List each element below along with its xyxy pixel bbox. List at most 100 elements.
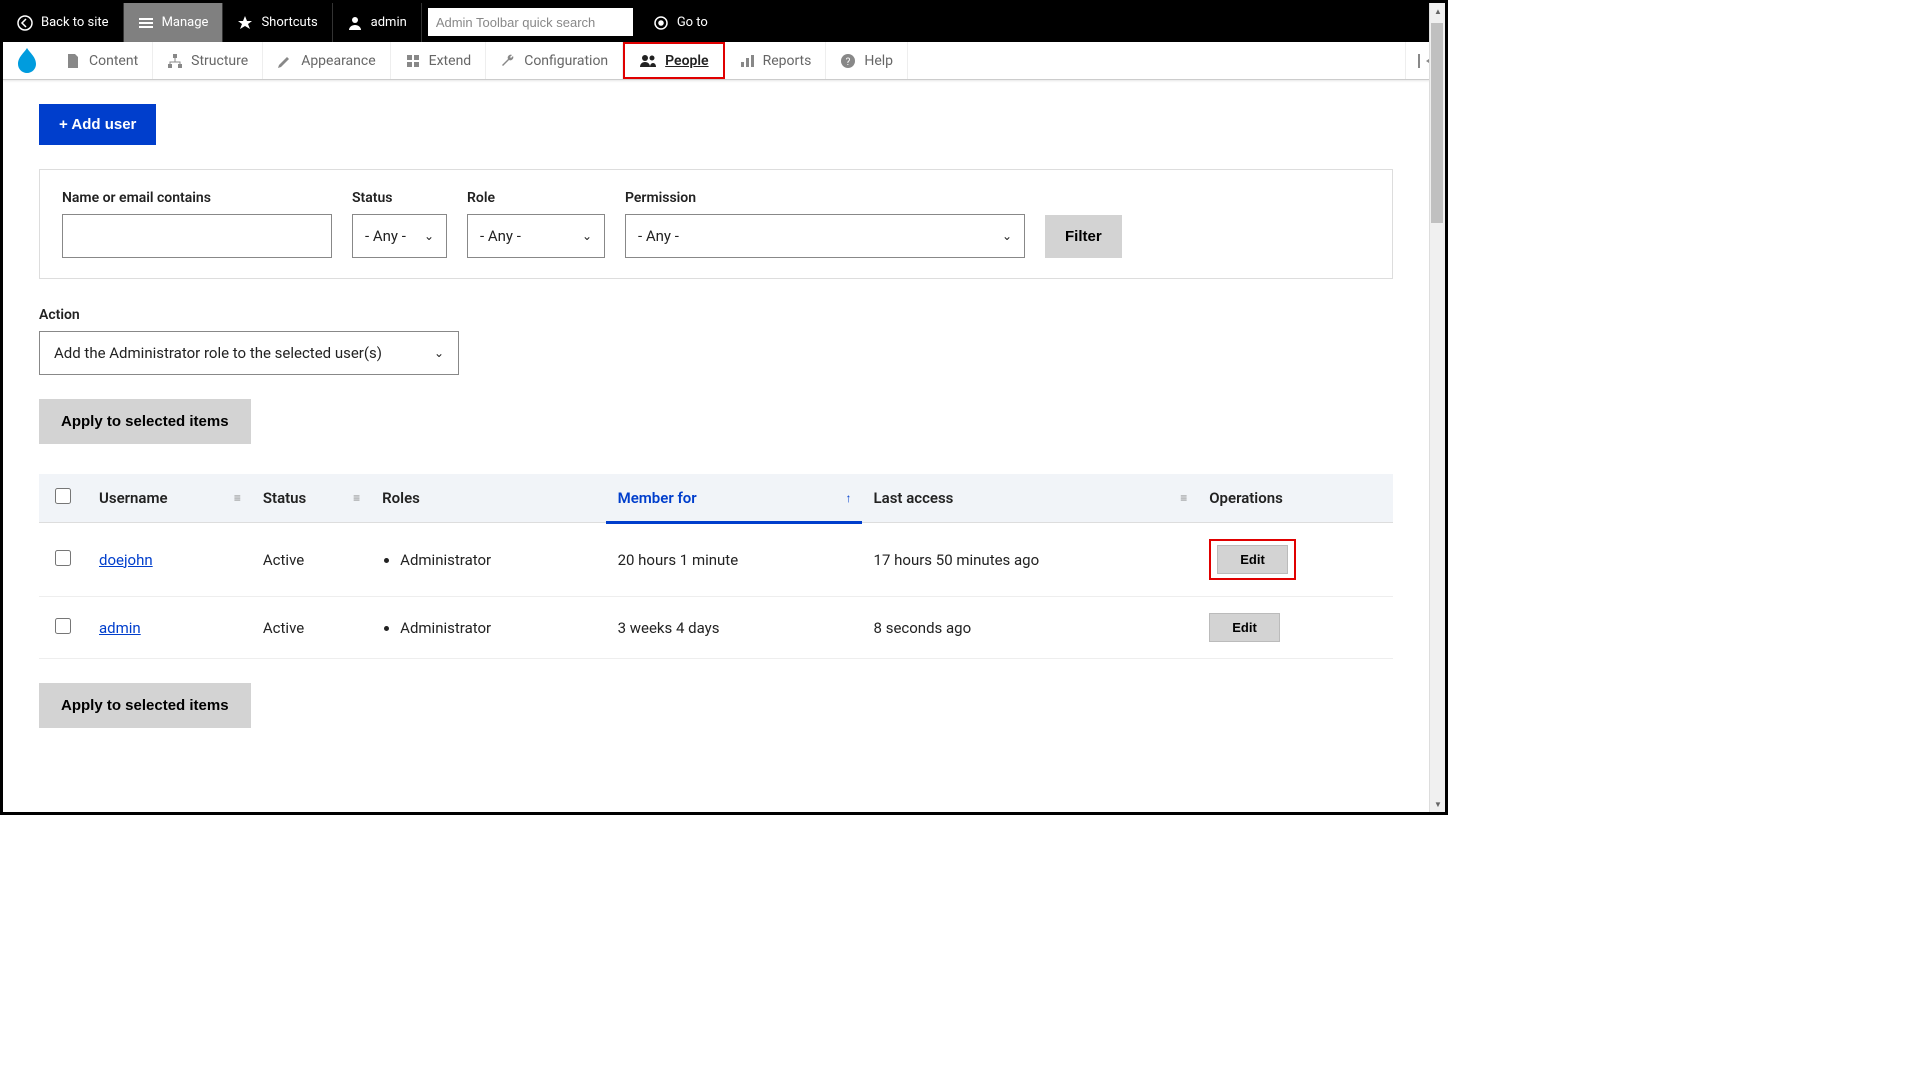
filter-permission-select[interactable]: - Any - ⌄ (625, 214, 1025, 258)
filter-name-field: Name or email contains (62, 190, 332, 258)
filter-permission-value: - Any - (638, 227, 679, 245)
back-label: Back to site (41, 15, 109, 30)
status-header-label: Status (263, 489, 306, 507)
username-link[interactable]: admin (99, 619, 141, 637)
last-access-cell: 17 hours 50 minutes ago (862, 523, 1198, 597)
menu-people[interactable]: People (623, 42, 724, 79)
select-all-header (39, 474, 87, 523)
select-all-checkbox[interactable] (55, 488, 71, 504)
sort-asc-icon: ↑ (846, 491, 852, 505)
last-access-header-label: Last access (874, 489, 954, 507)
scroll-thumb[interactable] (1431, 23, 1443, 223)
operations-cell: Edit (1197, 523, 1393, 597)
edit-button[interactable]: Edit (1209, 613, 1280, 642)
scroll-down-arrow[interactable]: ▼ (1430, 796, 1446, 812)
add-user-button[interactable]: + Add user (39, 104, 156, 145)
menu-reports[interactable]: Reports (725, 42, 827, 79)
operations-header: Operations (1197, 474, 1393, 523)
filter-status-select[interactable]: - Any - ⌄ (352, 214, 447, 258)
drupal-logo[interactable] (3, 42, 51, 79)
status-cell: Active (251, 523, 370, 597)
chevron-down-icon: ⌄ (1002, 229, 1012, 243)
apply-selected-top-button[interactable]: Apply to selected items (39, 399, 251, 444)
action-label: Action (39, 307, 1393, 323)
menu-appearance-label: Appearance (301, 53, 375, 69)
scroll-up-arrow[interactable]: ▲ (1430, 3, 1446, 19)
username-link[interactable]: doejohn (99, 551, 153, 569)
menu-help-label: Help (864, 53, 893, 69)
chevron-left-icon (17, 15, 33, 31)
filter-name-label: Name or email contains (62, 190, 332, 206)
roles-cell: Administrator (382, 551, 593, 569)
edit-button[interactable]: Edit (1217, 545, 1288, 574)
last-access-header[interactable]: Last access ≡ (862, 474, 1198, 523)
svg-text:?: ? (846, 57, 851, 68)
sort-icon: ≡ (1180, 491, 1187, 505)
member-for-cell: 20 hours 1 minute (606, 523, 862, 597)
vertical-scrollbar[interactable]: ▲ ▼ (1429, 3, 1445, 812)
back-to-site[interactable]: Back to site (3, 3, 124, 42)
table-row: doejohn Active Administrator 20 hours 1 min… (39, 523, 1393, 597)
table-row: admin Active Administrator 3 weeks 4 days8 … (39, 597, 1393, 659)
sort-icon: ≡ (234, 491, 241, 505)
apply-selected-bottom-button[interactable]: Apply to selected items (39, 683, 251, 728)
hamburger-icon (138, 15, 154, 31)
manage-label: Manage (162, 15, 209, 30)
structure-icon (167, 53, 183, 69)
menu-appearance[interactable]: Appearance (263, 42, 390, 79)
star-icon (237, 15, 253, 31)
menu-structure[interactable]: Structure (153, 42, 263, 79)
row-checkbox[interactable] (55, 550, 71, 566)
filter-role-value: - Any - (480, 227, 521, 245)
manage-toggle[interactable]: Manage (124, 3, 224, 42)
users-table: Username ≡ Status ≡ Roles Member for ↑ (39, 474, 1393, 659)
target-icon (653, 15, 669, 31)
help-icon: ? (840, 53, 856, 69)
last-access-cell: 8 seconds ago (862, 597, 1198, 659)
action-value: Add the Administrator role to the select… (54, 344, 382, 362)
status-header[interactable]: Status ≡ (251, 474, 370, 523)
extend-icon (405, 53, 421, 69)
filter-status-label: Status (352, 190, 447, 206)
member-for-header-label: Member for (618, 489, 697, 507)
username-header[interactable]: Username ≡ (87, 474, 251, 523)
shortcuts-label: Shortcuts (261, 15, 317, 30)
filter-status-value: - Any - (365, 227, 406, 245)
menu-extend[interactable]: Extend (391, 42, 487, 79)
row-checkbox[interactable] (55, 618, 71, 634)
menu-structure-label: Structure (191, 53, 248, 69)
chevron-down-icon: ⌄ (582, 229, 592, 243)
user-icon (347, 15, 363, 31)
shortcuts-link[interactable]: Shortcuts (223, 3, 332, 42)
user-link[interactable]: admin (333, 3, 422, 42)
operations-header-label: Operations (1209, 489, 1283, 507)
filter-name-input[interactable] (62, 214, 332, 258)
action-section: Action Add the Administrator role to the… (39, 307, 1393, 375)
filter-permission-label: Permission (625, 190, 1025, 206)
filter-role-label: Role (467, 190, 605, 206)
roles-header-label: Roles (382, 489, 420, 507)
appearance-icon (277, 53, 293, 69)
filter-panel: Name or email contains Status - Any - ⌄ … (39, 169, 1393, 279)
roles-cell: Administrator (382, 619, 593, 637)
filter-button[interactable]: Filter (1045, 215, 1122, 258)
filter-role-select[interactable]: - Any - ⌄ (467, 214, 605, 258)
admin-menu-bar: Content Structure Appearance Extend Conf… (3, 42, 1445, 80)
menu-configuration-label: Configuration (524, 53, 608, 69)
action-select[interactable]: Add the Administrator role to the select… (39, 331, 459, 375)
toolbar-search-input[interactable] (428, 8, 633, 36)
goto-link[interactable]: Go to (639, 3, 722, 42)
status-cell: Active (251, 597, 370, 659)
menu-help[interactable]: ? Help (826, 42, 908, 79)
member-for-cell: 3 weeks 4 days (606, 597, 862, 659)
filter-status-field: Status - Any - ⌄ (352, 190, 447, 258)
admin-top-toolbar: Back to site Manage Shortcuts admin Go t… (3, 3, 1445, 42)
menu-configuration[interactable]: Configuration (486, 42, 623, 79)
menu-content-label: Content (89, 53, 138, 69)
chevron-down-icon: ⌄ (424, 229, 434, 243)
member-for-header[interactable]: Member for ↑ (606, 474, 862, 523)
menu-people-label: People (665, 53, 708, 69)
menu-content[interactable]: Content (51, 42, 153, 79)
people-icon (639, 53, 657, 69)
menu-extend-label: Extend (429, 53, 472, 69)
